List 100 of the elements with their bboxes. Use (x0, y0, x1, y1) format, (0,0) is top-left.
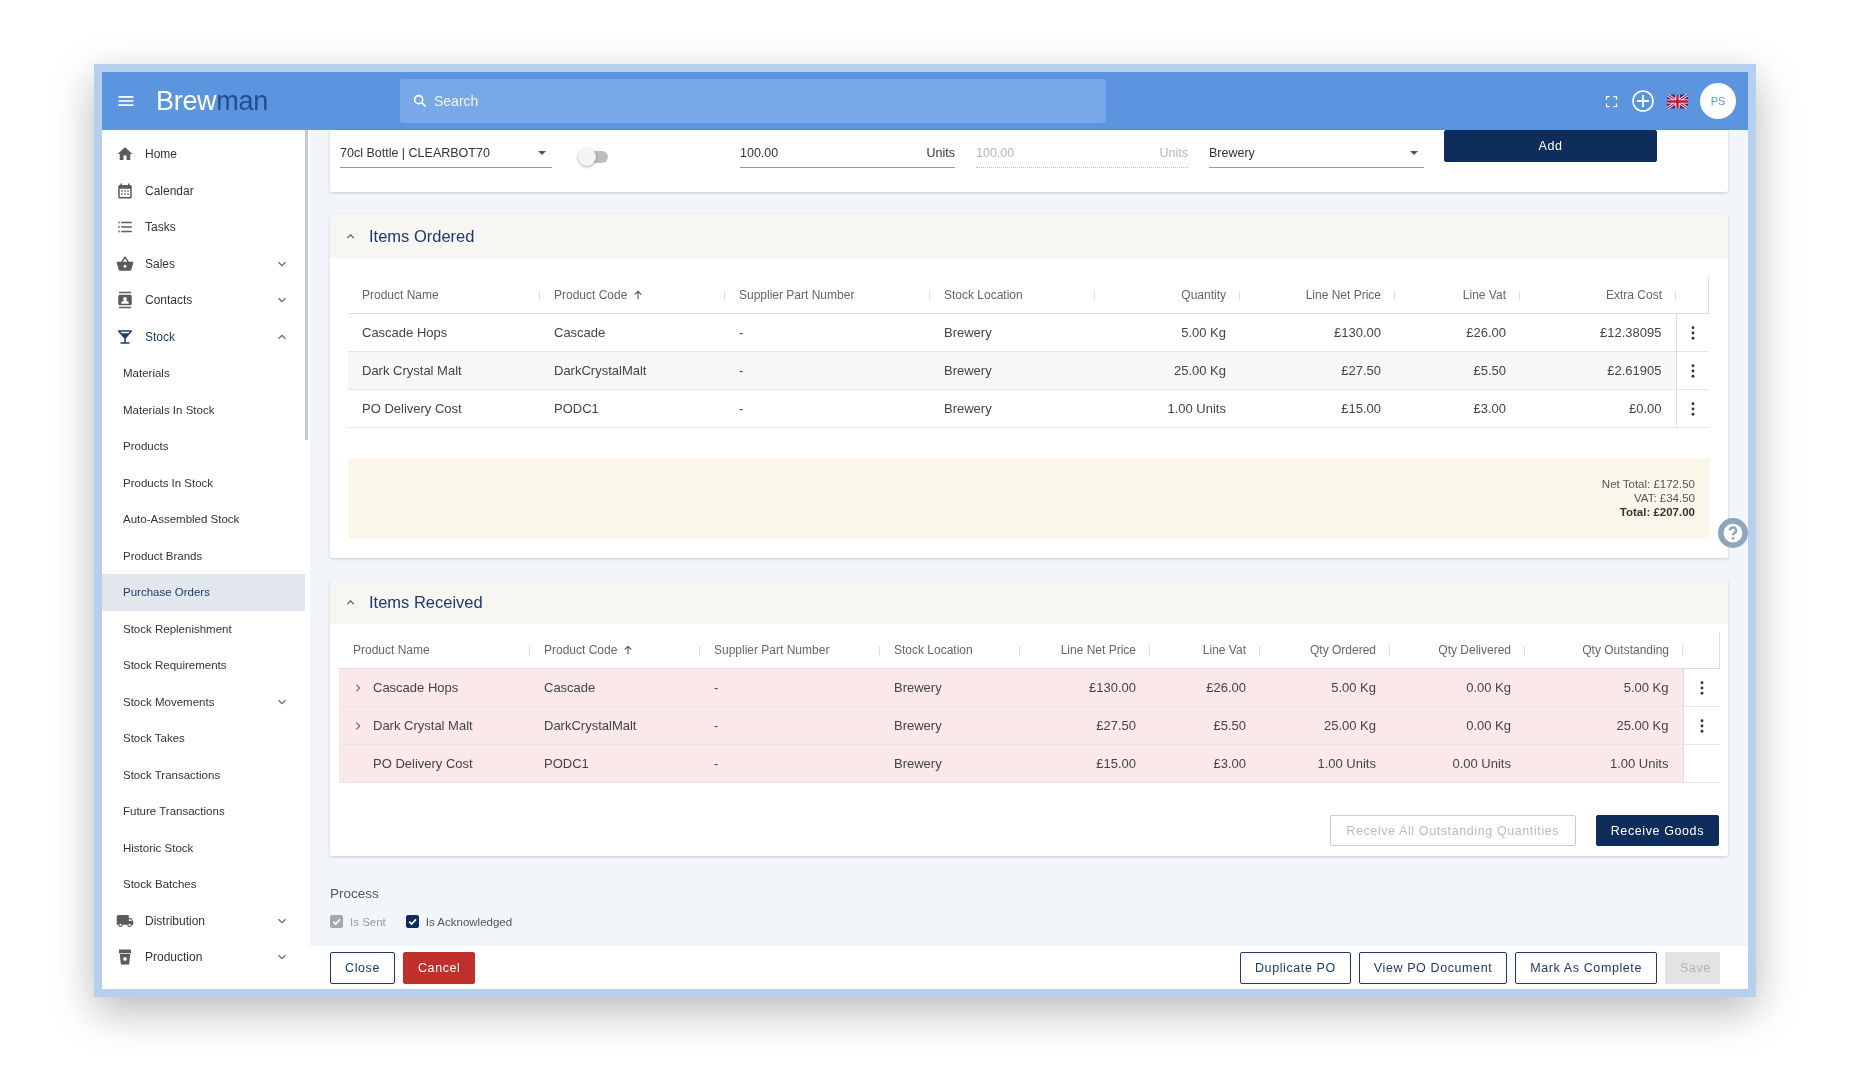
column-header[interactable]: Supplier Part Number (739, 288, 855, 302)
table-cell: 0.00 Kg (1390, 668, 1525, 707)
table-cell: £26.00 (1150, 668, 1260, 707)
total-line: VAT: £34.50 (1634, 491, 1695, 505)
table-cell: 25.00 Kg (1095, 351, 1240, 390)
sidebar-item[interactable]: Stock Takes (102, 720, 305, 757)
column-header[interactable]: Line Net Price (1060, 643, 1136, 657)
cocktail-glass-icon (116, 327, 134, 346)
sidebar-item[interactable]: Purchase Orders (102, 574, 305, 611)
toggle-switch[interactable] (580, 151, 608, 163)
sidebar-item[interactable]: Tasks (102, 209, 305, 246)
help-icon[interactable] (1718, 518, 1748, 548)
sidebar-item[interactable]: Materials (102, 355, 305, 392)
sidebar-item[interactable]: Auto-Assembled Stock (102, 501, 305, 538)
chevron-right-icon[interactable] (353, 683, 363, 693)
column-header[interactable]: Qty Outstanding (1582, 643, 1669, 657)
column-header[interactable]: Line Vat (1462, 288, 1506, 302)
caret-icon (538, 150, 546, 155)
button[interactable]: Duplicate PO (1239, 951, 1351, 984)
button[interactable]: Mark As Complete (1515, 951, 1657, 984)
column-header[interactable]: Stock Location (944, 288, 1023, 302)
sidebar-item[interactable]: Stock Replenishment (102, 610, 305, 647)
scrollbar[interactable] (305, 130, 308, 440)
add-circle-icon[interactable] (1631, 89, 1655, 113)
sidebar-item[interactable]: Distribution (102, 902, 305, 939)
table-cell: 0.00 Kg (1390, 706, 1525, 745)
location-select[interactable]: Brewery (1209, 138, 1424, 168)
table-cell: 1.00 Units (1260, 744, 1390, 783)
column-header[interactable]: Quantity (1181, 288, 1226, 302)
button[interactable]: View PO Document (1358, 951, 1508, 984)
sidebar-item[interactable]: Stock Transactions (102, 756, 305, 793)
table-cell: £130.00 (1020, 668, 1150, 707)
table-cell: Cascade Hops (373, 680, 459, 695)
more-icon (1699, 680, 1704, 695)
button[interactable]: Receive Goods (1595, 815, 1719, 846)
table-cell: PODC1 (530, 744, 700, 783)
sidebar-item[interactable]: Stock (102, 318, 305, 355)
sidebar-item[interactable]: Stock Batches (102, 866, 305, 903)
caret-icon (1410, 150, 1418, 155)
more-icon (1690, 325, 1695, 340)
sidebar-item[interactable]: Historic Stock (102, 829, 305, 866)
calendar-icon (116, 181, 134, 200)
column-header[interactable]: Line Net Price (1305, 288, 1381, 302)
table-cell: £3.00 (1150, 744, 1260, 783)
section-header[interactable]: Items Received (330, 580, 1728, 624)
flag-icon[interactable] (1667, 93, 1688, 109)
column-header[interactable]: Product Code (544, 643, 618, 657)
column-header[interactable]: Stock Location (894, 643, 973, 657)
sidebar-item[interactable]: Materials In Stock (102, 391, 305, 428)
sort-arrow-icon[interactable] (623, 645, 634, 655)
sidebar-item[interactable]: Sales (102, 245, 305, 282)
column-header[interactable]: Qty Ordered (1309, 643, 1376, 657)
section-label: Process (330, 886, 380, 901)
sort-arrow-icon[interactable] (633, 290, 644, 300)
table-cell: 5.00 Kg (1095, 313, 1240, 352)
table-cell: - (700, 706, 880, 745)
table-cell: £3.00 (1395, 389, 1520, 428)
table-cell: Brewery (880, 668, 1020, 707)
table-cell: - (725, 351, 930, 390)
quantity-field[interactable]: 100.00 Units (740, 138, 955, 168)
total-line: Total: £207.00 (1619, 505, 1695, 519)
fullscreen-icon[interactable] (1604, 93, 1619, 109)
checkbox-label[interactable]: Is Acknowledged (425, 915, 513, 928)
sidebar-item[interactable]: Stock Requirements (102, 647, 305, 684)
add-button[interactable]: Add (1444, 130, 1657, 162)
search-field[interactable]: Search (400, 79, 1106, 123)
column-header[interactable]: Product Code (554, 288, 628, 302)
column-header[interactable]: Product Name (362, 288, 439, 302)
sidebar-item[interactable]: Products In Stock (102, 464, 305, 501)
table-cell: Cascade (540, 313, 725, 352)
product-select[interactable]: 70cl Bottle | CLEARBOT70 (340, 138, 552, 168)
button[interactable]: Close (330, 951, 395, 984)
table-cell: PO Delivery Cost (373, 756, 473, 771)
table-cell: Brewery (930, 313, 1095, 352)
sidebar-item[interactable]: Calendar (102, 172, 305, 209)
sidebar-item[interactable]: Home (102, 136, 305, 173)
basket-icon (116, 254, 134, 273)
column-header[interactable]: Line Vat (1202, 643, 1246, 657)
table-cell: £26.00 (1395, 313, 1520, 352)
more-icon (1699, 718, 1704, 733)
button[interactable]: Cancel (402, 951, 476, 984)
column-header[interactable]: Qty Delivered (1438, 643, 1511, 657)
sidebar-item[interactable]: Contacts (102, 282, 305, 319)
column-header[interactable]: Extra Cost (1606, 288, 1662, 302)
column-header[interactable]: Product Name (353, 643, 430, 657)
section-header[interactable]: Items Ordered (330, 214, 1728, 258)
table-cell: - (725, 389, 930, 428)
sidebar-item[interactable]: Future Transactions (102, 793, 305, 830)
checkbox[interactable] (405, 915, 419, 928)
sidebar-item[interactable]: Production (102, 939, 305, 976)
sidebar-item[interactable]: Stock Movements (102, 683, 305, 720)
search-icon (412, 93, 428, 109)
total-line: Net Total: £172.50 (1601, 477, 1695, 491)
sidebar-item[interactable]: Product Brands (102, 537, 305, 574)
chevron-right-icon[interactable] (353, 721, 363, 731)
table-cell: £130.00 (1240, 313, 1395, 352)
table-cell: £5.50 (1150, 706, 1260, 745)
sidebar-item[interactable]: Products (102, 428, 305, 465)
column-header[interactable]: Supplier Part Number (714, 643, 830, 657)
more-icon (1690, 401, 1695, 416)
